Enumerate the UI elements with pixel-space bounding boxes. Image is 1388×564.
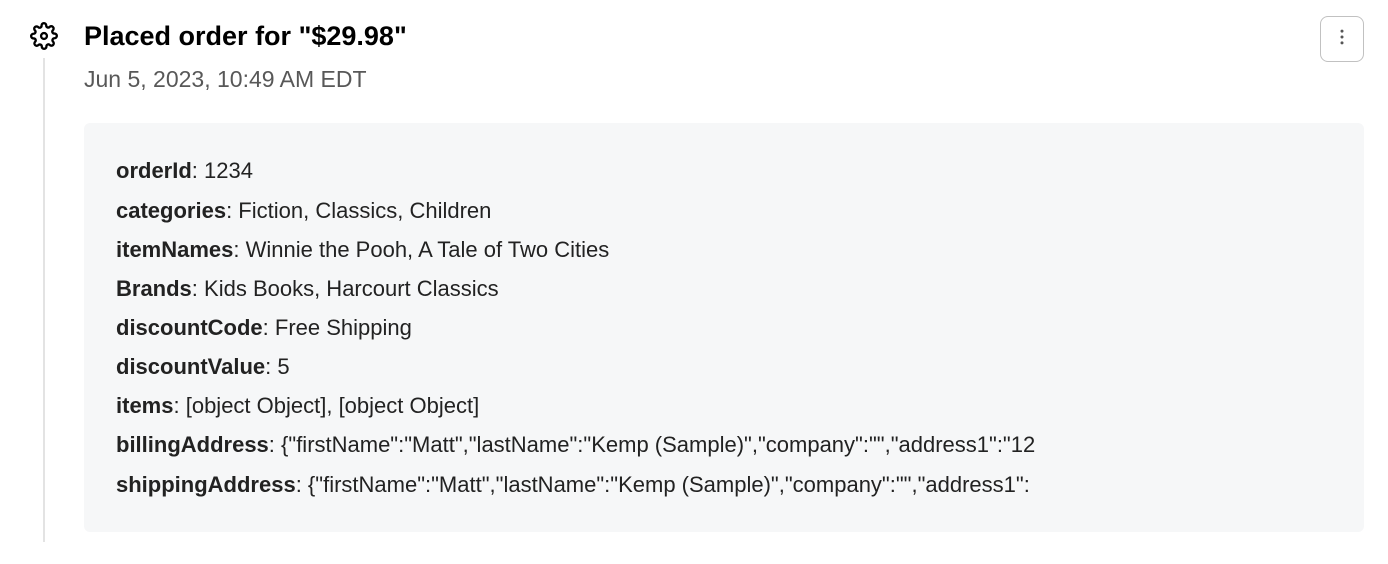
detail-key: Brands xyxy=(116,276,192,301)
event-header-text: Placed order for "$29.98" Jun 5, 2023, 1… xyxy=(84,20,407,93)
event-row: Placed order for "$29.98" Jun 5, 2023, 1… xyxy=(24,20,1364,532)
more-actions-button[interactable] xyxy=(1320,16,1364,62)
detail-value: 1234 xyxy=(204,158,253,183)
timeline-line xyxy=(44,58,45,542)
event-header-row: Placed order for "$29.98" Jun 5, 2023, 1… xyxy=(84,20,1364,93)
detail-value: Kids Books, Harcourt Classics xyxy=(204,276,499,301)
event-icon-column xyxy=(24,20,64,50)
detail-key: shippingAddress xyxy=(116,472,296,497)
detail-value: 5 xyxy=(277,354,289,379)
detail-row: discountCode: Free Shipping xyxy=(116,308,1332,347)
detail-key: orderId xyxy=(116,158,192,183)
detail-key: items xyxy=(116,393,173,418)
detail-value: Fiction, Classics, Children xyxy=(238,198,491,223)
detail-value: Free Shipping xyxy=(275,315,412,340)
detail-value: [object Object], [object Object] xyxy=(186,393,479,418)
detail-row: discountValue: 5 xyxy=(116,347,1332,386)
detail-key: itemNames xyxy=(116,237,233,262)
detail-row: orderId: 1234 xyxy=(116,151,1332,190)
event-title: Placed order for "$29.98" xyxy=(84,20,407,52)
detail-key: discountValue xyxy=(116,354,265,379)
event-content: Placed order for "$29.98" Jun 5, 2023, 1… xyxy=(64,20,1364,532)
detail-row: categories: Fiction, Classics, Children xyxy=(116,191,1332,230)
detail-value: {"firstName":"Matt","lastName":"Kemp (Sa… xyxy=(281,432,1035,457)
detail-row: itemNames: Winnie the Pooh, A Tale of Tw… xyxy=(116,230,1332,269)
detail-row: items: [object Object], [object Object] xyxy=(116,386,1332,425)
detail-row: shippingAddress: {"firstName":"Matt","la… xyxy=(116,465,1332,504)
detail-row: Brands: Kids Books, Harcourt Classics xyxy=(116,269,1332,308)
detail-key: billingAddress xyxy=(116,432,269,457)
more-vertical-icon xyxy=(1332,27,1352,52)
event-details-box: orderId: 1234 categories: Fiction, Class… xyxy=(84,123,1364,531)
detail-row: billingAddress: {"firstName":"Matt","las… xyxy=(116,425,1332,464)
detail-value: {"firstName":"Matt","lastName":"Kemp (Sa… xyxy=(308,472,1030,497)
gear-icon xyxy=(30,22,58,50)
detail-key: categories xyxy=(116,198,226,223)
detail-key: discountCode xyxy=(116,315,263,340)
detail-value: Winnie the Pooh, A Tale of Two Cities xyxy=(246,237,610,262)
event-timestamp: Jun 5, 2023, 10:49 AM EDT xyxy=(84,66,407,93)
